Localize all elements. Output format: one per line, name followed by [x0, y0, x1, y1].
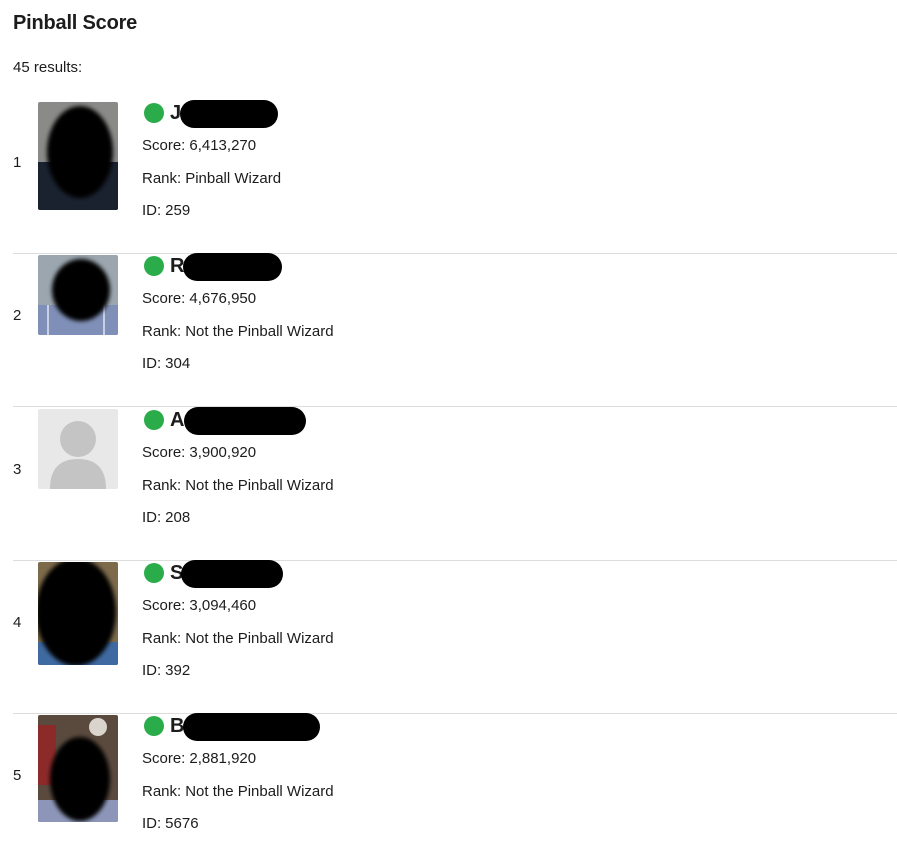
results-count: 45 results: [13, 59, 83, 76]
online-status-icon [144, 256, 164, 276]
score-line: Score: 6,413,270 [142, 137, 257, 154]
score-value: 6,413,270 [189, 137, 257, 154]
rank-number: 1 [13, 154, 22, 171]
rank-line: Rank: Pinball Wizard [142, 170, 282, 187]
online-status-icon [144, 103, 164, 123]
redacted-name [184, 407, 306, 435]
online-status-icon [144, 716, 164, 736]
redacted-name [181, 560, 283, 588]
id-line: ID: 5676 [142, 815, 199, 832]
id-line: ID: 304 [142, 355, 191, 372]
page-title: Pinball Score [13, 12, 138, 34]
leaderboard-row: 5 B Score: 2,881,920 Rank: Not the Pinball… [13, 713, 897, 866]
online-status-icon [144, 410, 164, 430]
id-value: 259 [165, 202, 191, 219]
rank-number: 2 [13, 307, 22, 324]
user-avatar[interactable] [38, 562, 118, 665]
score-value: 3,094,460 [189, 597, 257, 614]
score-value: 3,900,920 [189, 444, 257, 461]
redacted-name [183, 713, 320, 741]
rank-value: Not the Pinball Wizard [185, 477, 334, 494]
rank-line: Rank: Not the Pinball Wizard [142, 477, 334, 494]
online-status-icon [144, 563, 164, 583]
rank-number: 5 [13, 767, 22, 784]
user-avatar[interactable] [38, 715, 118, 822]
leaderboard-row: 3 A Score: 3,900,920 Rank: Not the Pinball… [13, 407, 897, 561]
leaderboard-row: 2 R Score: 4,676,950 Rank: Not the Pinball… [13, 253, 897, 407]
rank-line: Rank: Not the Pinball Wizard [142, 323, 334, 340]
rank-value: Not the Pinball Wizard [185, 630, 334, 647]
leaderboard-row: 4 S Score: 3,094,460 Rank: Not the Pinball… [13, 560, 897, 714]
id-line: ID: 208 [142, 509, 191, 526]
id-value: 5676 [165, 815, 199, 832]
rank-value: Not the Pinball Wizard [185, 783, 334, 800]
user-name[interactable]: A [170, 407, 184, 433]
score-line: Score: 4,676,950 [142, 290, 257, 307]
id-line: ID: 259 [142, 202, 191, 219]
rank-number: 4 [13, 614, 22, 631]
user-avatar[interactable] [38, 102, 118, 210]
rank-value: Pinball Wizard [185, 170, 282, 187]
rank-value: Not the Pinball Wizard [185, 323, 334, 340]
id-value: 304 [165, 355, 191, 372]
id-line: ID: 392 [142, 662, 191, 679]
redacted-name [183, 253, 282, 281]
id-value: 392 [165, 662, 191, 679]
rank-line: Rank: Not the Pinball Wizard [142, 783, 334, 800]
score-value: 4,676,950 [189, 290, 257, 307]
score-line: Score: 3,900,920 [142, 444, 257, 461]
leaderboard-row: 1 J Score: 6,413,270 Rank: Pinball Wizard … [13, 100, 897, 254]
score-line: Score: 2,881,920 [142, 750, 257, 767]
redacted-name [180, 100, 278, 128]
default-user-icon[interactable] [38, 409, 118, 489]
score-value: 2,881,920 [189, 750, 257, 767]
rank-line: Rank: Not the Pinball Wizard [142, 630, 334, 647]
score-line: Score: 3,094,460 [142, 597, 257, 614]
id-value: 208 [165, 509, 191, 526]
rank-number: 3 [13, 461, 22, 478]
user-avatar[interactable] [38, 255, 118, 335]
